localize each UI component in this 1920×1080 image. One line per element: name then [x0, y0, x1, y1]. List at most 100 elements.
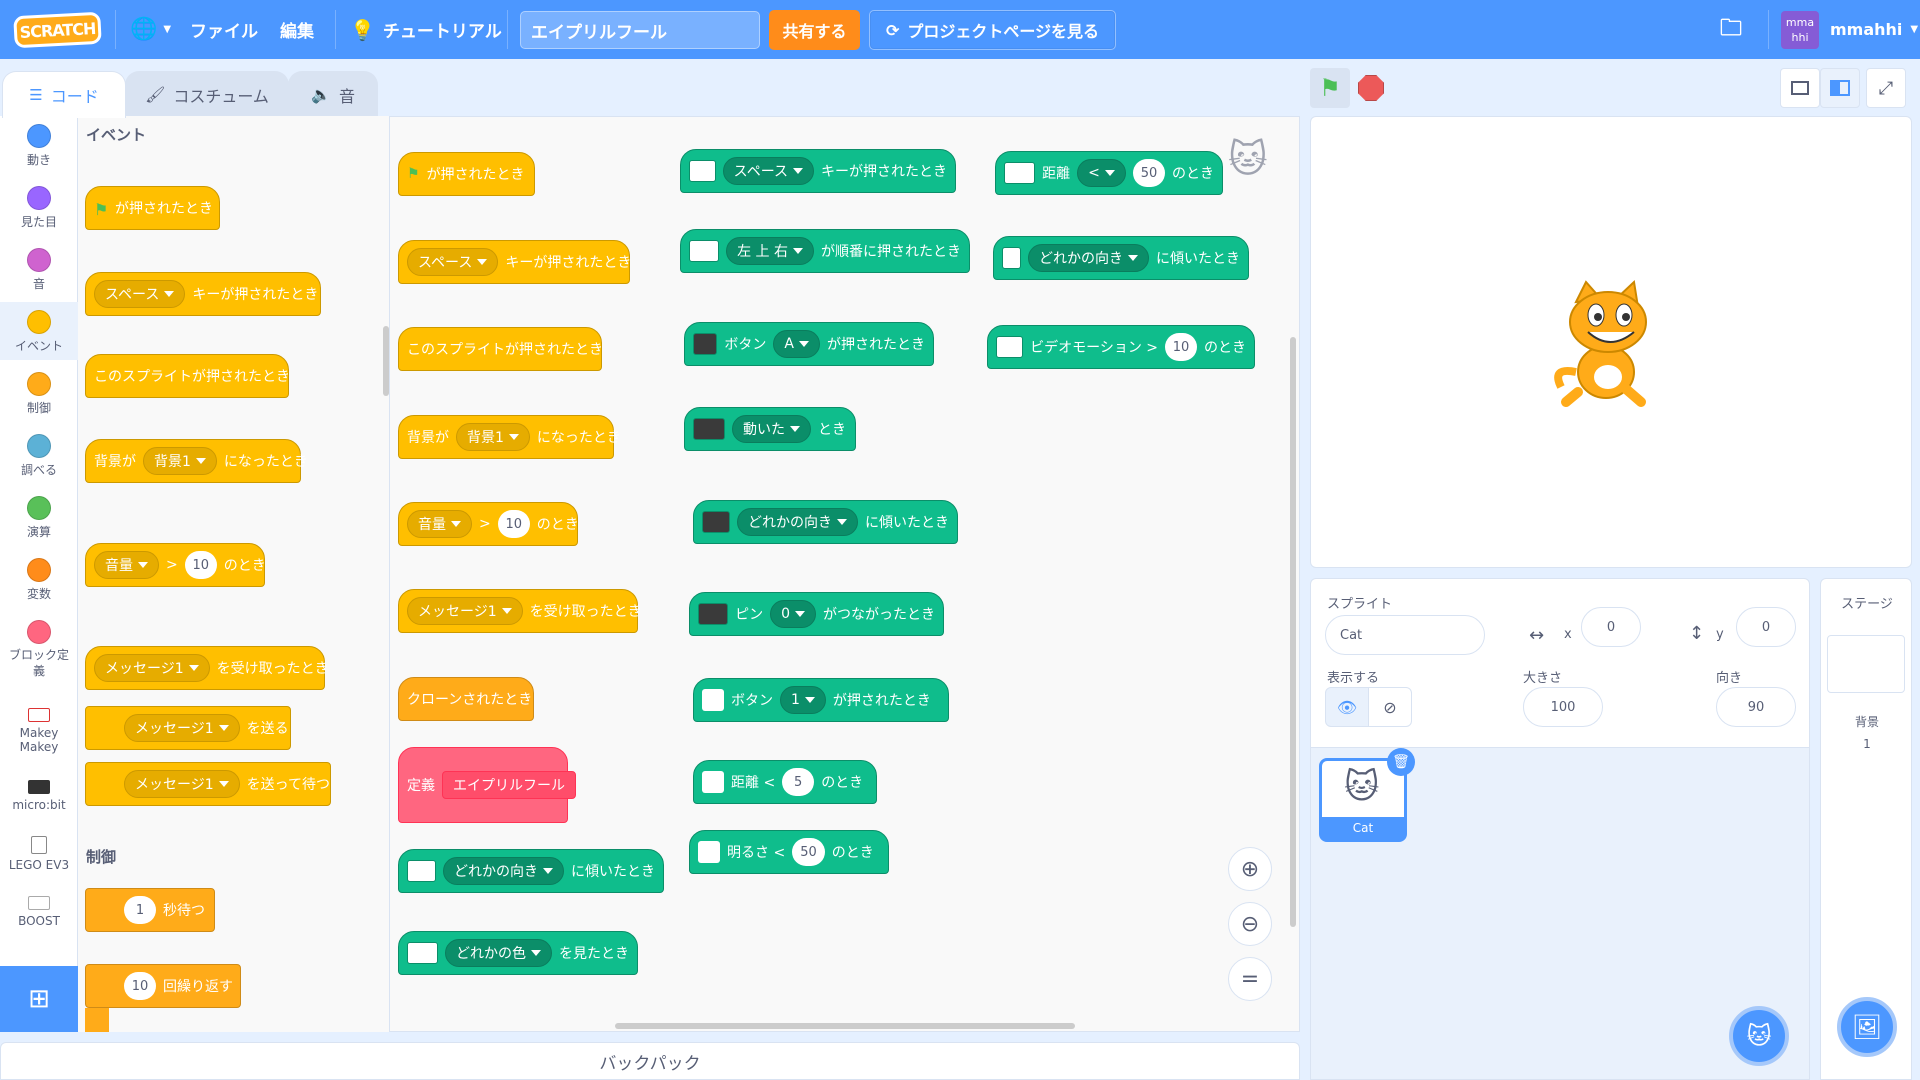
- block-wait[interactable]: 1 秒待つ: [85, 888, 215, 932]
- ws-microbit-tilt-dropdown[interactable]: どれかの向き: [737, 508, 858, 536]
- tab-code[interactable]: ☰ コード: [2, 71, 126, 118]
- green-flag-button[interactable]: ⚑: [1310, 68, 1350, 108]
- ws-block-when-sprite-clicked[interactable]: このスプライトが押されたとき: [398, 327, 603, 371]
- category-control[interactable]: 制御: [0, 372, 78, 416]
- category-operators[interactable]: 演算: [0, 496, 78, 540]
- ws-block-microbit-moved[interactable]: 動いた とき: [684, 407, 856, 451]
- category-lego-ev3[interactable]: LEGO EV3: [0, 836, 78, 872]
- block-when-key-pressed[interactable]: スペース キーが押されたとき: [85, 272, 321, 316]
- ws-key-dropdown[interactable]: スペース: [407, 248, 499, 276]
- direction-input[interactable]: 90: [1716, 687, 1796, 727]
- code-workspace[interactable]: ⚑ が押されたとき スペース キーが押されたとき このスプライトが押されたとき …: [390, 116, 1300, 1032]
- ws-ev3-distance-input[interactable]: 5: [782, 768, 815, 796]
- ws-block-ev3-distance[interactable]: 距離 < 5 のとき: [693, 760, 877, 804]
- avatar[interactable]: mma hhi: [1781, 11, 1819, 49]
- repeat-count-input[interactable]: 10: [124, 972, 156, 1000]
- my-stuff-button[interactable]: 🗀: [1720, 0, 1742, 59]
- ws-block-when-backdrop-switches[interactable]: 背景が 背景1 になったとき: [398, 415, 621, 459]
- block-when-receive[interactable]: メッセージ1 を受け取ったとき: [85, 646, 329, 690]
- ws-block-ev3-button[interactable]: ボタン 1 が押されたとき: [693, 678, 949, 722]
- ws-block-boost-seen-color[interactable]: どれかの色 を見たとき: [398, 931, 638, 975]
- ws-microbit-button-dropdown[interactable]: A: [773, 330, 820, 358]
- ws-block-wedo-tilted[interactable]: どれかの向き に傾いたとき: [993, 236, 1249, 280]
- broadcast-dropdown[interactable]: メッセージ1: [124, 714, 240, 742]
- size-input[interactable]: 100: [1523, 687, 1603, 727]
- stage-thumbnail[interactable]: [1827, 635, 1905, 693]
- block-broadcast[interactable]: メッセージ1 を送る: [85, 706, 291, 750]
- ws-boost-direction-dropdown[interactable]: どれかの向き: [443, 857, 564, 885]
- ws-ev3-brightness-input[interactable]: 50: [792, 838, 825, 866]
- stop-button[interactable]: [1358, 75, 1384, 101]
- file-menu[interactable]: ファイル: [190, 0, 258, 59]
- ws-block-when-key-pressed[interactable]: スペース キーが押されたとき: [398, 240, 631, 284]
- block-repeat[interactable]: 10 回繰り返す: [85, 964, 241, 1008]
- define-name[interactable]: エイプリルフール: [442, 771, 576, 799]
- category-my-blocks[interactable]: ブロック定義: [0, 620, 78, 679]
- workspace-vertical-scrollbar[interactable]: [1290, 337, 1296, 927]
- message-dropdown[interactable]: メッセージ1: [94, 654, 210, 682]
- sprite-name-input[interactable]: Cat: [1325, 615, 1485, 655]
- zoom-reset-button[interactable]: =: [1228, 957, 1272, 1001]
- palette-scrollbar[interactable]: [383, 326, 389, 396]
- ws-ev3-button-dropdown[interactable]: 1: [780, 686, 826, 714]
- add-extension-button[interactable]: ⊞: [0, 966, 78, 1032]
- ws-microbit-pin-dropdown[interactable]: 0: [770, 600, 816, 628]
- ws-block-boost-tilted[interactable]: どれかの向き に傾いたとき: [398, 849, 664, 893]
- backdrop-dropdown[interactable]: 背景1: [143, 447, 217, 475]
- ws-wedo-tilt-dropdown[interactable]: どれかの向き: [1028, 244, 1149, 272]
- block-when-backdrop-switches[interactable]: 背景が 背景1 になったとき: [85, 439, 308, 483]
- category-boost[interactable]: BOOST: [0, 896, 78, 928]
- ws-distance-op-dropdown[interactable]: <: [1077, 159, 1126, 187]
- stage-selector[interactable]: ステージ 背景 1 🖼: [1820, 578, 1912, 1080]
- category-sound[interactable]: 音: [0, 248, 78, 292]
- ws-boost-color-dropdown[interactable]: どれかの色: [445, 939, 552, 967]
- volume-threshold-input[interactable]: 10: [184, 551, 217, 579]
- ws-block-boost-distance[interactable]: 距離 < 50 のとき: [995, 151, 1223, 195]
- wait-seconds-input[interactable]: 1: [124, 896, 156, 924]
- ws-block-ev3-brightness[interactable]: 明るさ < 50 のとき: [689, 830, 889, 874]
- ws-microbit-gesture-dropdown[interactable]: 動いた: [732, 415, 811, 443]
- stage[interactable]: [1310, 116, 1912, 568]
- ws-makey-key-dropdown[interactable]: スペース: [722, 157, 814, 185]
- ws-block-microbit-tilted[interactable]: どれかの向き に傾いたとき: [693, 500, 958, 544]
- block-when-sprite-clicked[interactable]: このスプライトが押されたとき: [85, 354, 290, 398]
- category-variables[interactable]: 変数: [0, 558, 78, 602]
- key-dropdown[interactable]: スペース: [94, 280, 186, 308]
- category-motion[interactable]: 動き: [0, 124, 78, 168]
- large-stage-button[interactable]: [1820, 68, 1860, 108]
- delete-sprite-button[interactable]: 🗑: [1387, 748, 1415, 776]
- ws-message-dropdown[interactable]: メッセージ1: [407, 597, 523, 625]
- ws-block-makey-pressed-in-order[interactable]: 左 上 右 が順番に押されたとき: [680, 229, 970, 273]
- volume-dropdown[interactable]: 音量: [94, 551, 159, 579]
- category-events[interactable]: イベント: [0, 302, 78, 360]
- workspace-horizontal-scrollbar[interactable]: [615, 1023, 1075, 1029]
- ws-block-when-flag-clicked[interactable]: ⚑ が押されたとき: [398, 152, 535, 196]
- ws-block-video-motion[interactable]: ビデオモーション > 10 のとき: [987, 325, 1255, 369]
- account-menu[interactable]: mmahhi ▼: [1830, 0, 1918, 59]
- ws-block-define[interactable]: 定義 エイプリルフール: [398, 747, 576, 823]
- ws-block-microbit-pin[interactable]: ピン 0 がつながったとき: [689, 592, 944, 636]
- block-when-volume-gt[interactable]: 音量 > 10 のとき: [85, 543, 266, 587]
- tab-sounds[interactable]: 🔈 音: [288, 71, 378, 117]
- tab-costumes[interactable]: 🖌 コスチューム: [125, 71, 289, 117]
- ws-video-motion-input[interactable]: 10: [1165, 333, 1197, 361]
- category-microbit[interactable]: micro:bit: [0, 780, 78, 812]
- see-project-page-button[interactable]: ⟳ プロジェクトページを見る: [869, 10, 1116, 50]
- cat-sprite[interactable]: [1546, 277, 1666, 407]
- zoom-out-button[interactable]: ⊖: [1228, 902, 1272, 946]
- block-broadcast-and-wait[interactable]: メッセージ1 を送って待つ: [85, 762, 331, 806]
- hide-sprite-button[interactable]: ⊘: [1368, 687, 1412, 727]
- ws-backdrop-dropdown[interactable]: 背景1: [456, 423, 530, 451]
- ws-volume-dropdown[interactable]: 音量: [407, 510, 472, 538]
- ws-block-when-clone-starts[interactable]: クローンされたとき: [398, 677, 534, 721]
- tutorials-button[interactable]: 💡 チュートリアル: [350, 0, 502, 59]
- small-stage-button[interactable]: [1780, 68, 1820, 108]
- language-menu[interactable]: 🌐 ▼: [130, 0, 171, 59]
- show-sprite-button[interactable]: 👁: [1325, 687, 1369, 727]
- fullscreen-button[interactable]: ⤢: [1866, 68, 1906, 108]
- x-input[interactable]: 0: [1581, 607, 1641, 647]
- broadcast-wait-dropdown[interactable]: メッセージ1: [124, 770, 240, 798]
- scratch-logo[interactable]: SCRATCH: [13, 11, 102, 49]
- ws-block-when-volume-gt[interactable]: 音量 > 10 のとき: [398, 502, 579, 546]
- ws-makey-order-dropdown[interactable]: 左 上 右: [726, 237, 814, 265]
